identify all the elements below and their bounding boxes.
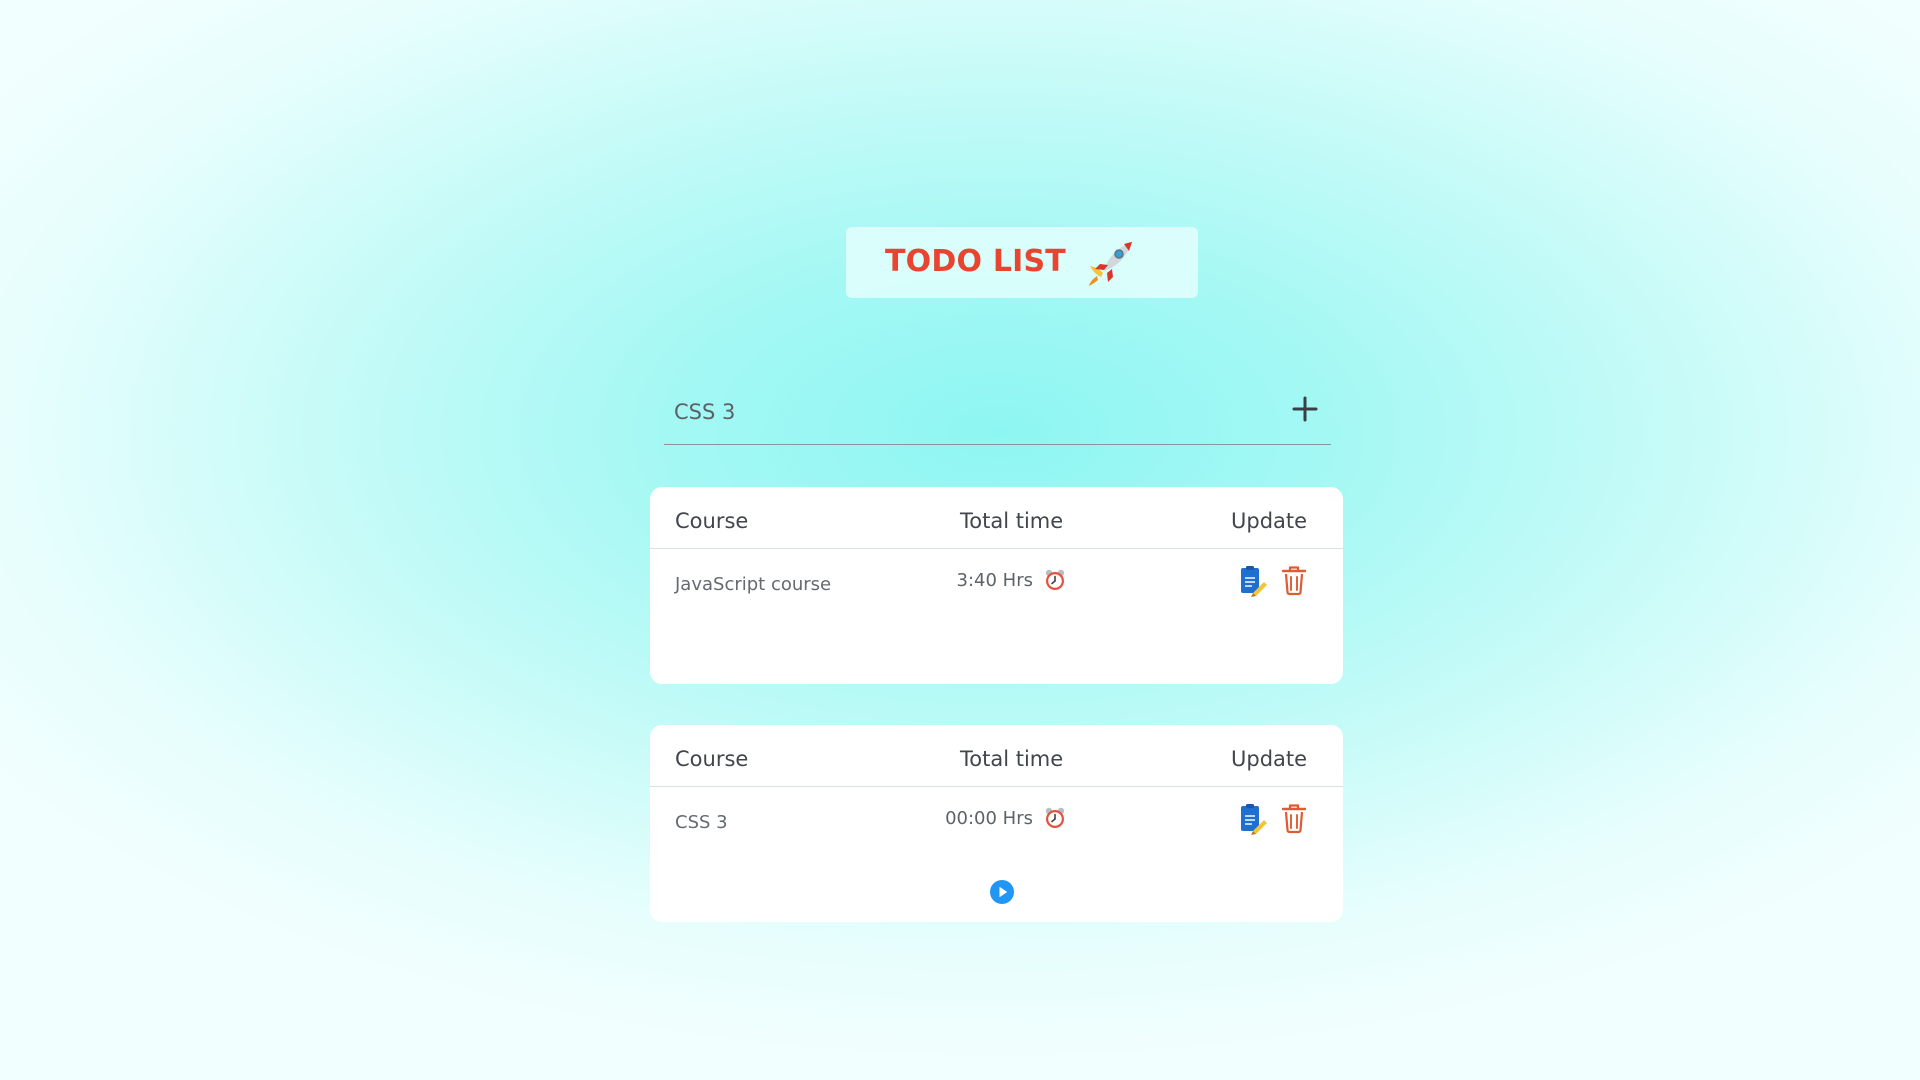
edit-icon[interactable] (1238, 803, 1268, 835)
update-column-header: Update (1231, 747, 1308, 771)
total-time-column-header: Total time (960, 747, 1064, 771)
table-header: Course Total time Update (650, 725, 1343, 787)
course-card: Course Total time Update JavaScript cour… (650, 487, 1343, 684)
add-course-form (664, 380, 1331, 445)
total-time-value: 3:40 Hrs (956, 569, 1033, 591)
table-header: Course Total time Update (650, 487, 1343, 549)
rocket-icon (1089, 242, 1132, 286)
course-input[interactable] (672, 394, 1236, 430)
time-cell: 3:40 Hrs (957, 568, 1067, 592)
course-column-header: Course (675, 747, 749, 771)
update-column-header: Update (1231, 509, 1308, 533)
plus-icon[interactable] (1287, 391, 1323, 427)
trash-icon[interactable] (1280, 564, 1308, 596)
course-column-header: Course (675, 509, 749, 533)
course-card: Course Total time Update CSS 3 00:00 Hrs (650, 725, 1343, 922)
alarm-clock-icon (1045, 569, 1065, 590)
edit-icon[interactable] (1238, 565, 1268, 597)
course-name: CSS 3 (675, 812, 728, 833)
time-cell: 00:00 Hrs (945, 806, 1067, 830)
trash-icon[interactable] (1280, 802, 1308, 834)
total-time-column-header: Total time (960, 509, 1064, 533)
total-time-value: 00:00 Hrs (945, 807, 1033, 829)
course-name: JavaScript course (675, 574, 832, 595)
alarm-clock-icon (1045, 807, 1065, 828)
title-banner: TODO LIST (846, 227, 1198, 298)
play-icon[interactable] (990, 880, 1014, 904)
page-title: TODO LIST (885, 244, 1066, 279)
